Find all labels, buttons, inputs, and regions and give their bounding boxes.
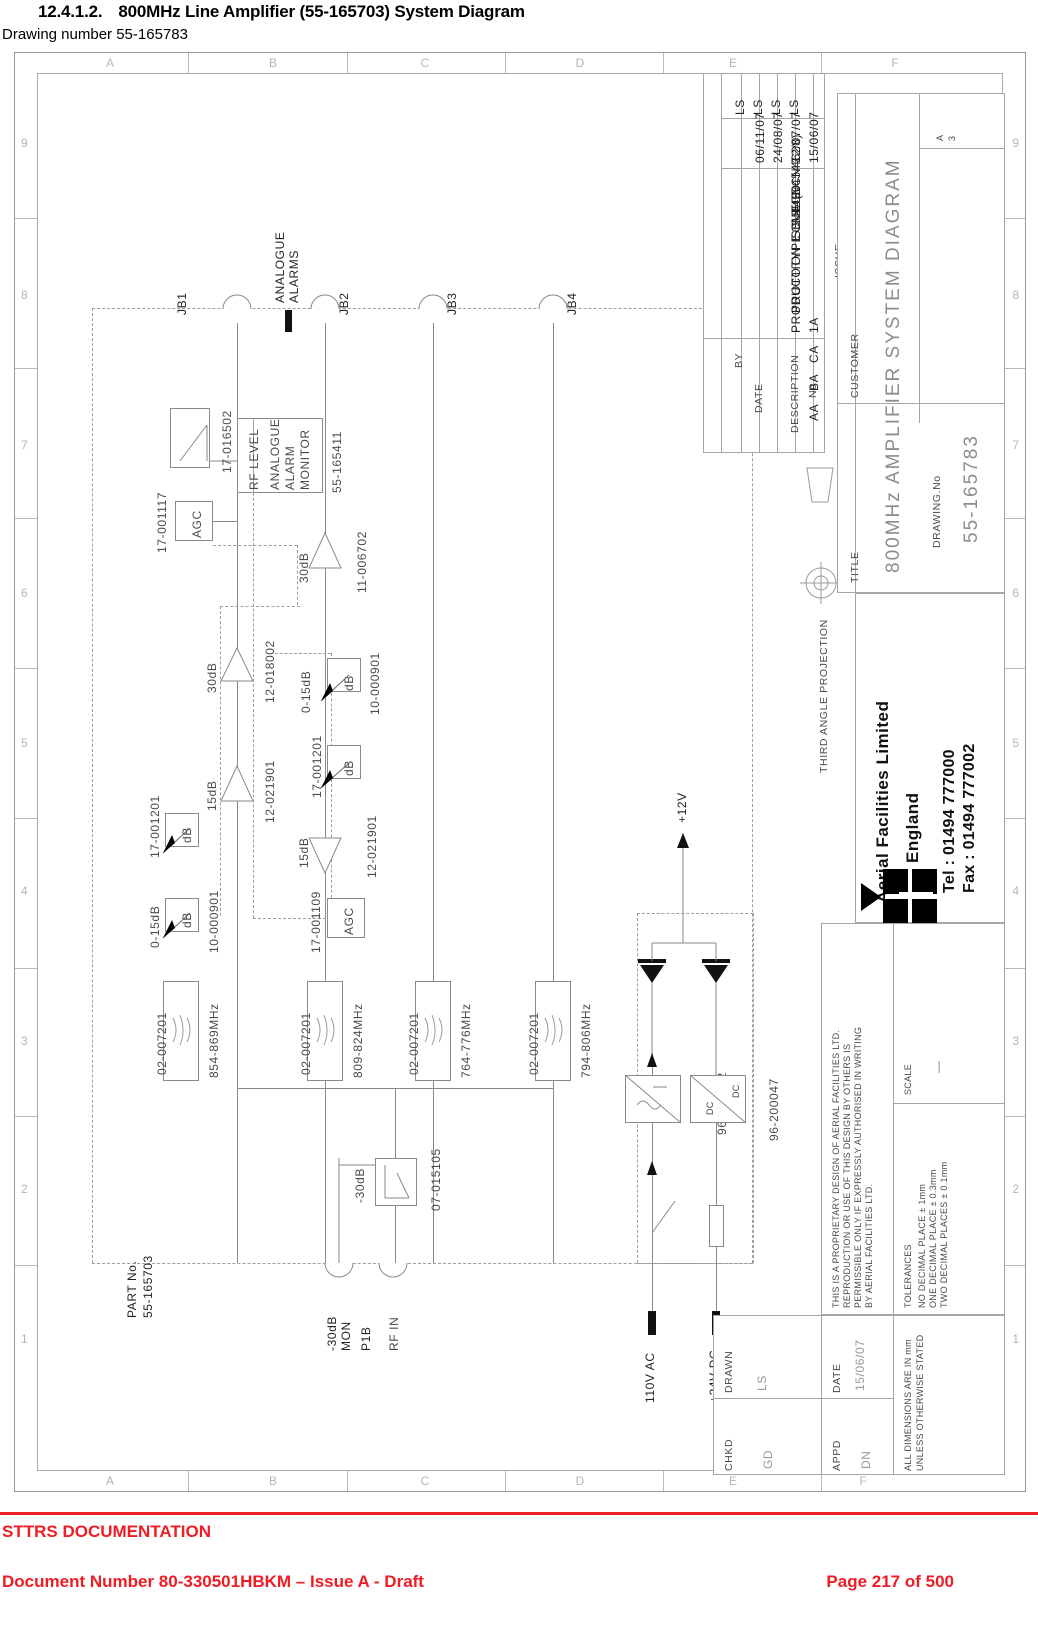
logo-square-icon bbox=[912, 869, 937, 894]
page-root: 12.4.1.2. 800MHz Line Amplifier (55-16570… bbox=[0, 0, 1038, 1636]
title-label: TITLE bbox=[849, 551, 861, 583]
title-area-line bbox=[919, 148, 1005, 149]
tolerances-line1: NO DECIMAL PLACE ± 1mm bbox=[917, 1183, 927, 1308]
dimensions-note-line1: ALL DIMENSIONS ARE IN mm bbox=[903, 1339, 913, 1471]
dimensions-note-line2: UNLESS OTHERWISE STATED bbox=[915, 1334, 925, 1471]
notice-block-line bbox=[893, 1103, 1005, 1104]
page-title: 12.4.1.2. 800MHz Line Amplifier (55-16570… bbox=[38, 2, 525, 22]
psu-output-label: +12V bbox=[675, 792, 689, 823]
drawing-no-value: 55-165783 bbox=[961, 434, 982, 543]
tolerances-line2: ONE DECIMAL PLACE ± 0.3mm bbox=[928, 1169, 938, 1308]
signoff-line bbox=[893, 1315, 894, 1475]
logo-square-icon bbox=[883, 899, 908, 924]
sheet-size-sub-label: 3 bbox=[947, 135, 957, 141]
tolerances-label: TOLERANCES bbox=[903, 1244, 913, 1308]
date-value: 15/06/07 bbox=[853, 1339, 867, 1391]
signoff-line bbox=[821, 1315, 822, 1475]
proprietary-notice-line4: BY AERIAL FACILITIES LTD. bbox=[864, 1183, 874, 1308]
footer-rule bbox=[0, 1512, 1038, 1515]
notice-block-line bbox=[893, 923, 894, 1315]
title-value: 800MHz AMPLIFIER SYSTEM DIAGRAM bbox=[883, 158, 904, 573]
customer-label: CUSTOMER bbox=[849, 333, 861, 398]
logo-triangle-icon bbox=[861, 883, 881, 911]
company-country: England bbox=[903, 792, 922, 863]
title-area-line bbox=[919, 93, 920, 423]
tolerances-line3: TWO DECIMAL PLACES ± 0.1mm bbox=[939, 1161, 949, 1308]
proprietary-notice-line1: THIS IS A PROPRIETARY DESIGN OF AERIAL F… bbox=[831, 1029, 841, 1308]
chkd-label: CHKD bbox=[723, 1438, 735, 1471]
drawn-label: DRAWN bbox=[723, 1350, 735, 1393]
footer-page-number: Page 217 of 500 bbox=[826, 1572, 954, 1591]
logo-square-icon bbox=[883, 869, 908, 894]
company-tel: Tel : 01494 777000 bbox=[941, 749, 958, 893]
chkd-value: GD bbox=[761, 1449, 775, 1469]
footer-document-number: Document Number 80-330501HBKM – Issue A … bbox=[2, 1572, 424, 1591]
scale-label: SCALE bbox=[903, 1063, 913, 1095]
title-block: No DESCRIPTION DATE BY ISSUE 1A PRODUCTI… bbox=[703, 73, 1005, 1475]
logo-square-icon bbox=[912, 899, 937, 924]
proprietary-notice-line2: REPRODUCTION OR USE OF THIS DESIGN BY OT… bbox=[842, 1043, 852, 1308]
drawn-value: LS bbox=[755, 1375, 769, 1391]
scale-value: — bbox=[931, 1060, 945, 1073]
drawing-sheet: A B C D E F A B C D E F 9 8 7 6 5 4 3 2 … bbox=[14, 52, 1026, 1492]
section-title: 800MHz Line Amplifier (55-165703) System… bbox=[118, 2, 525, 21]
signoff-line bbox=[713, 1398, 893, 1399]
proprietary-notice-line3: PERMISSIBLE ONLY IF EXPRESSLY AUTHORISED… bbox=[853, 1026, 863, 1308]
sheet-size-label: A bbox=[935, 134, 945, 141]
date-label: DATE bbox=[831, 1363, 843, 1393]
company-fax: Fax : 01494 777002 bbox=[961, 743, 978, 893]
footer-org: STTRS DOCUMENTATION bbox=[2, 1522, 212, 1541]
logo-bar-icon bbox=[899, 892, 933, 898]
drawing-no-label: DRAWING.No bbox=[931, 475, 943, 548]
appd-value: DN bbox=[859, 1450, 873, 1469]
appd-label: APPD bbox=[831, 1440, 843, 1471]
title-area-line bbox=[837, 403, 1005, 404]
section-number: 12.4.1.2. bbox=[38, 2, 103, 21]
drawing-number-subtitle: Drawing number 55-165783 bbox=[2, 26, 188, 43]
